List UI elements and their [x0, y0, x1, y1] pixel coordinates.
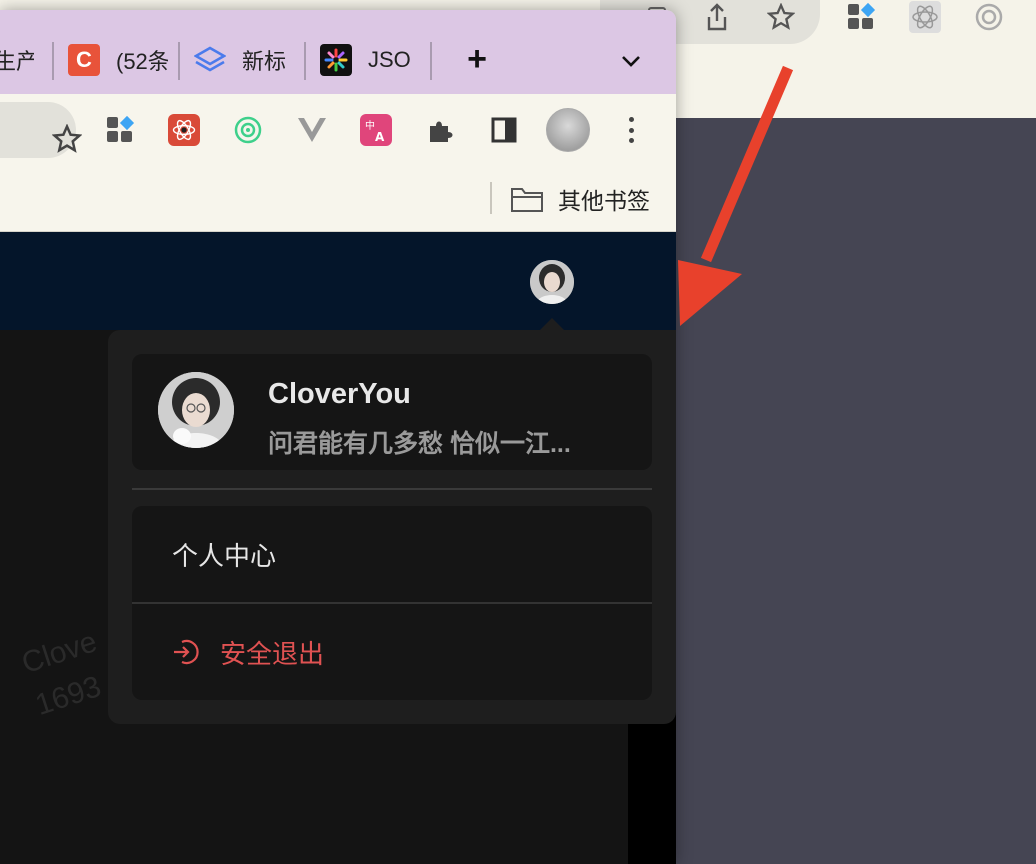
- tab-separator: [304, 42, 306, 80]
- annotation-arrow: [678, 65, 794, 326]
- layers-logo-icon: [194, 44, 226, 76]
- bookmark-star-icon[interactable]: [764, 0, 798, 34]
- logout-menu-item[interactable]: 安全退出: [132, 604, 652, 700]
- header-user-avatar[interactable]: [530, 260, 574, 304]
- json-logo-icon: [320, 44, 352, 76]
- user-avatar: [158, 372, 234, 448]
- tab-json[interactable]: JSO: [320, 38, 416, 82]
- user-dropdown-popover: CloverYou 问君能有几多愁 恰似一江... 个人中心 安全退出: [108, 318, 676, 724]
- svg-text:中: 中: [365, 119, 375, 132]
- tab-strip: 生产 C (52条 新标 JSO +: [0, 10, 676, 94]
- tab-separator: [52, 42, 54, 80]
- bookmarks-divider: [490, 182, 492, 214]
- tab-new[interactable]: 新标: [194, 38, 294, 82]
- tab-label: 生产: [0, 49, 34, 74]
- popover-menu: 个人中心 安全退出: [132, 506, 652, 700]
- personal-center-label: 个人中心: [172, 540, 277, 571]
- other-bookmarks-folder[interactable]: 其他书签: [510, 182, 650, 216]
- target-extension-icon[interactable]: [972, 0, 1006, 34]
- popover-arrow: [540, 318, 564, 330]
- watermark-text: Clove 1693: [16, 620, 116, 727]
- new-tab-plus-icon[interactable]: +: [460, 40, 494, 78]
- username: CloverYou: [268, 378, 411, 410]
- c-logo-icon: C: [68, 44, 100, 76]
- extension-grid-icon[interactable]: [844, 0, 878, 34]
- target-extension-icon[interactable]: [232, 114, 264, 146]
- tab-52[interactable]: C (52条: [68, 38, 168, 82]
- tab-production[interactable]: 生产: [0, 38, 34, 82]
- tab-label: (52条: [116, 49, 168, 74]
- tab-label: 新标: [242, 49, 287, 74]
- side-panel-icon[interactable]: [488, 114, 520, 146]
- tab-separator: [430, 42, 432, 80]
- browser-profile-avatar[interactable]: [546, 108, 590, 152]
- user-info-card: CloverYou 问君能有几多愁 恰似一江...: [132, 354, 652, 470]
- tab-label: JSO: [368, 47, 411, 72]
- react-devtools-icon[interactable]: [908, 0, 942, 34]
- share-icon[interactable]: [700, 0, 734, 34]
- popover-divider: [132, 488, 652, 490]
- react-devtools-icon[interactable]: [168, 114, 200, 146]
- user-bio: 问君能有几多愁 恰似一江...: [268, 430, 571, 458]
- logout-icon: [174, 639, 199, 665]
- address-bar[interactable]: [0, 102, 83, 158]
- translate-extension-icon[interactable]: 中A: [360, 114, 392, 146]
- folder-icon: [511, 188, 543, 212]
- browser-menu-kebab-icon[interactable]: [616, 112, 646, 148]
- extensions-puzzle-icon[interactable]: [424, 114, 456, 146]
- bookmark-star-icon[interactable]: [51, 123, 83, 154]
- logout-label: 安全退出: [220, 638, 325, 669]
- site-header: [0, 232, 676, 330]
- tab-search-chevron-icon[interactable]: [616, 46, 646, 76]
- browser-toolbar: 中A 其他书签: [0, 94, 676, 232]
- personal-center-menu-item[interactable]: 个人中心: [132, 506, 652, 602]
- other-bookmarks-label: 其他书签: [558, 188, 650, 214]
- extension-grid-icon[interactable]: [104, 114, 136, 146]
- browser-window: 生产 C (52条 新标 JSO + 中 A 其他书签 Clove 1693 C…: [0, 10, 676, 864]
- vue-devtools-icon[interactable]: [296, 114, 328, 146]
- tab-separator: [178, 42, 180, 80]
- svg-text:A: A: [375, 130, 385, 143]
